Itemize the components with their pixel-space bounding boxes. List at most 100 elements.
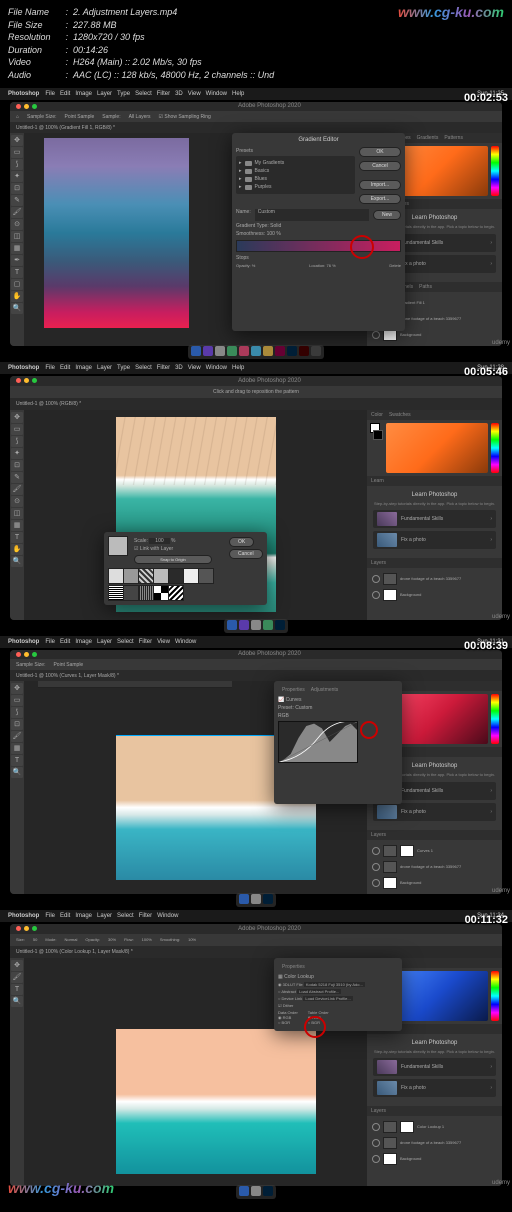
brush-tool[interactable]: 🖌 [11,731,23,742]
image-menu[interactable]: Image [75,365,92,371]
properties-tab[interactable]: Properties [282,687,305,693]
layer-menu[interactable]: Layer [97,91,112,97]
dock-app[interactable] [263,1186,273,1196]
type-dropdown[interactable]: Solid [270,223,281,229]
preset-folder[interactable]: ▸My Gradients [239,159,352,167]
macos-dock[interactable] [188,345,324,359]
close-button[interactable] [16,652,21,657]
dock-app[interactable] [275,620,285,630]
app-menu[interactable]: Photoshop [8,91,39,97]
mode-dropdown[interactable]: Normal [64,937,77,942]
edit-menu[interactable]: Edit [60,639,70,645]
document-tab[interactable]: Untitled-1 @ 100% (RGB/8) * [16,401,81,407]
view-menu[interactable]: View [188,365,201,371]
dock-app[interactable] [311,346,321,356]
image-menu[interactable]: Image [75,913,92,919]
macos-menubar[interactable]: Photoshop File Edit Image Layer Select F… [0,910,512,922]
gradient-tool[interactable]: ▦ [11,743,23,754]
canvas-area[interactable]: Properties Adjustments 📈 Curves Preset: … [24,681,367,893]
maximize-button[interactable] [32,652,37,657]
move-tool[interactable]: ✥ [11,412,23,423]
minimize-button[interactable] [24,378,29,383]
edit-menu[interactable]: Edit [60,913,70,919]
dock-app[interactable] [203,346,213,356]
zoom-tool[interactable]: 🔍 [11,303,23,314]
learn-card[interactable]: Fix a photo› [373,803,496,821]
close-button[interactable] [16,104,21,109]
filter-menu[interactable]: Filter [157,91,170,97]
select-menu[interactable]: Select [135,365,152,371]
color-picker-panel[interactable] [367,420,502,476]
type-tool[interactable]: T [11,984,23,995]
adjustments-tab[interactable]: Adjustments [311,687,339,693]
preset-folder[interactable]: ▸Purples [239,183,352,191]
swatches-tab[interactable]: Swatches [389,412,411,418]
lasso-tool[interactable]: ⟆ [11,707,23,718]
layers-tab[interactable]: Layers [371,560,386,566]
maximize-button[interactable] [32,104,37,109]
gradient-tool[interactable]: ▦ [11,520,23,531]
learn-card[interactable]: Fix a photo› [373,531,496,549]
preset-dropdown[interactable]: Custom [295,705,312,711]
layer-menu[interactable]: Layer [97,365,112,371]
move-tool[interactable]: ✥ [11,135,23,146]
type-menu[interactable]: Type [117,365,130,371]
ok-button[interactable]: OK [229,537,254,547]
layer-row[interactable]: Background [370,587,499,603]
image-menu[interactable]: Image [75,91,92,97]
crop-tool[interactable]: ⊡ [11,460,23,471]
pattern-swatch-item[interactable] [153,568,169,584]
eyedropper-tool[interactable]: ✎ [11,195,23,206]
file-menu[interactable]: File [45,639,55,645]
move-tool[interactable]: ✥ [11,683,23,694]
brush-tool[interactable]: 🖌 [11,207,23,218]
dock-app[interactable] [251,346,261,356]
window-menu[interactable]: Window [157,913,178,919]
layer-row[interactable]: Curves 1 [370,843,499,859]
gradient-ramp[interactable] [236,240,401,252]
layer-row[interactable]: Color Lookup 1 [370,1119,499,1135]
dock-app[interactable] [227,620,237,630]
name-input[interactable]: Custom [255,209,369,221]
learn-card[interactable]: Fundamental Skills› [373,510,496,528]
dock-app[interactable] [239,620,249,630]
macos-menubar[interactable]: Photoshop File Edit Image Layer Type Sel… [0,88,512,100]
document-tabbar[interactable]: Untitled-1 @ 100% (Gradient Fill 1, RGB/… [10,122,502,133]
pattern-swatch-item[interactable] [108,568,124,584]
dock-app[interactable] [215,346,225,356]
learn-card[interactable]: Fundamental Skills› [373,1058,496,1076]
preset-folder[interactable]: ▸Blues [239,175,352,183]
file-menu[interactable]: File [45,91,55,97]
marquee-tool[interactable]: ▭ [11,695,23,706]
dither-checkbox[interactable]: Dither [283,1003,294,1008]
pattern-swatch-item[interactable] [138,585,154,601]
layer-row[interactable]: drone footage of a beach 3359677 [370,859,499,875]
zoom-tool[interactable]: 🔍 [11,767,23,778]
macos-dock[interactable] [236,1185,276,1199]
export-button[interactable]: Export... [359,194,401,204]
3d-menu[interactable]: 3D [175,365,183,371]
hue-slider[interactable] [491,146,499,196]
layer-menu[interactable]: Layer [97,639,112,645]
pattern-swatch[interactable] [108,536,128,556]
document-tab[interactable]: Untitled-1 @ 100% (Gradient Fill 1, RGB/… [16,125,115,131]
minimize-button[interactable] [24,652,29,657]
pattern-swatch-item[interactable] [198,568,214,584]
delete-button[interactable]: Delete [389,263,401,268]
brush-tool[interactable]: 🖌 [11,484,23,495]
all-layers-dropdown[interactable]: All Layers [129,114,151,120]
layers-tab[interactable]: Layers [371,832,386,838]
marquee-tool[interactable]: ▭ [11,424,23,435]
macos-dock[interactable] [236,893,276,907]
dock-app[interactable] [263,894,273,904]
zoom-tool[interactable]: 🔍 [11,556,23,567]
point-sample-dropdown[interactable]: Point Sample [65,114,95,120]
edit-menu[interactable]: Edit [60,91,70,97]
select-menu[interactable]: Select [135,91,152,97]
type-tool[interactable]: T [11,532,23,543]
color-tab[interactable]: Color [371,412,383,418]
3d-menu[interactable]: 3D [175,91,183,97]
hand-tool[interactable]: ✋ [11,291,23,302]
file-menu[interactable]: File [45,913,55,919]
layer-row[interactable]: drone footage of a beach 3359677 [370,571,499,587]
